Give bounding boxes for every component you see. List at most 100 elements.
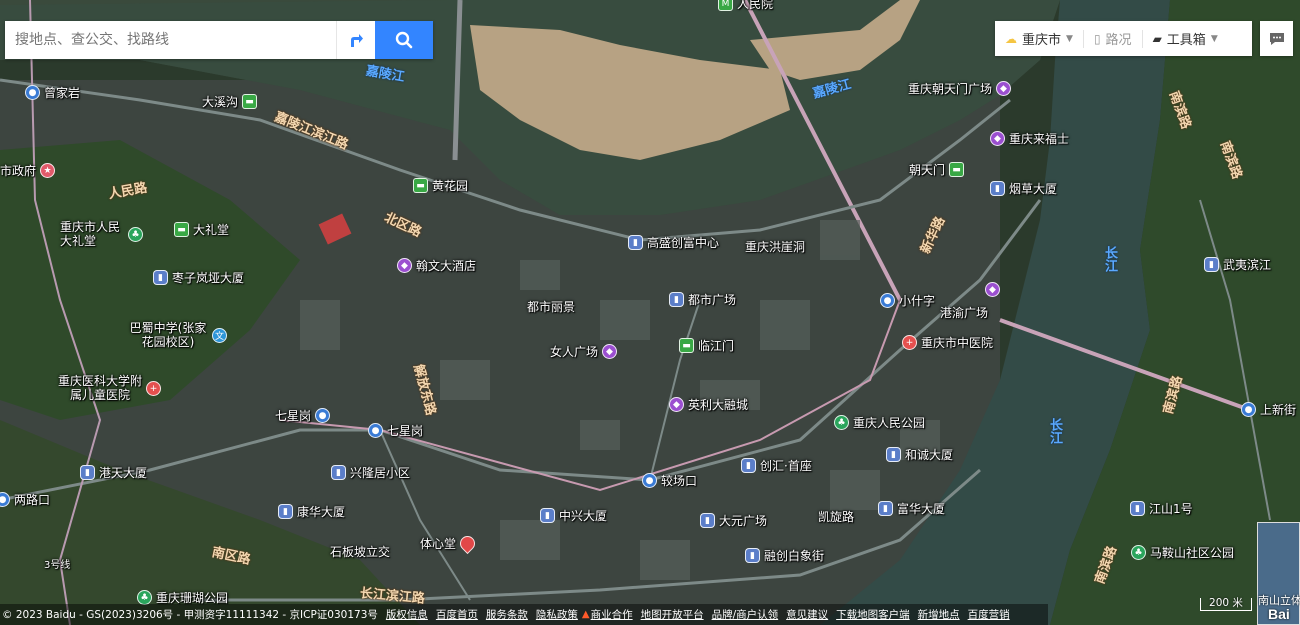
poi-marker[interactable]: ● 七星岗: [368, 422, 423, 439]
building-icon: ▮: [878, 501, 893, 516]
footer-link[interactable]: 品牌/商户认领: [712, 607, 779, 622]
poi-label: 人民院: [737, 0, 774, 11]
building-icon: ▮: [669, 292, 684, 307]
poi-marker[interactable]: 凯旋路: [818, 508, 854, 525]
satellite-map[interactable]: [0, 0, 1300, 625]
poi-label: 大溪沟: [202, 95, 239, 109]
poi-marker[interactable]: ● 上新街: [1241, 401, 1296, 418]
poi-marker[interactable]: M 人民院: [718, 0, 773, 12]
poi-marker[interactable]: 女人广场 ◆: [550, 343, 618, 360]
poi-marker[interactable]: + 重庆市中医院: [902, 334, 993, 351]
poi-marker[interactable]: ▮ 高盛创富中心: [628, 234, 719, 251]
poi-marker[interactable]: ● 较场口: [642, 472, 697, 489]
poi-label: 重庆市中医院: [921, 336, 994, 350]
park-icon: ♣: [128, 227, 143, 242]
poi-label: 港天大厦: [99, 466, 148, 480]
poi-marker[interactable]: ◆ 翰文大酒店: [397, 257, 476, 274]
building-icon: ▮: [700, 513, 715, 528]
traffic-button[interactable]: ▯ 路况: [1084, 21, 1142, 56]
poi-marker[interactable]: 3号线: [44, 556, 70, 571]
footer-link[interactable]: 商业合作: [591, 607, 633, 622]
toolbox-button[interactable]: ▰ 工具箱 ▼: [1143, 21, 1228, 56]
footer-link[interactable]: 意见建议: [786, 607, 828, 622]
message-button[interactable]: [1260, 21, 1293, 56]
building-icon: ▮: [990, 181, 1005, 196]
poi-marker[interactable]: ▮ 中兴大厦: [540, 507, 607, 524]
poi-marker[interactable]: ♣ 重庆人民公园: [834, 414, 925, 431]
poi-label: 大元广场: [719, 514, 768, 528]
poi-marker[interactable]: ▮ 都市广场: [669, 291, 736, 308]
poi-marker[interactable]: ◆ 重庆来福士: [990, 130, 1069, 147]
poi-label: 重庆市人民大礼堂: [60, 220, 121, 248]
search-button[interactable]: [375, 21, 433, 59]
poi-marker[interactable]: ▮ 和诚大厦: [886, 446, 953, 463]
rail-station-icon: ▬: [413, 178, 428, 193]
poi-marker[interactable]: ● 曾家岩: [25, 84, 80, 101]
metro-icon: ●: [642, 473, 657, 488]
poi-marker[interactable]: 重庆洪崖洞: [745, 238, 805, 255]
poi-marker[interactable]: ▮ 江山1号: [1130, 500, 1193, 517]
metro-icon: ●: [315, 408, 331, 423]
poi-marker[interactable]: 都市丽景: [527, 298, 575, 315]
poi-marker[interactable]: ▬ 临江门: [679, 337, 734, 354]
poi-marker[interactable]: ▮ 港天大厦: [80, 464, 147, 481]
weather-icon: ☁: [1005, 31, 1017, 46]
poi-marker[interactable]: 石板坡立交: [330, 543, 390, 560]
footer-link[interactable]: 百度营销: [968, 607, 1010, 622]
poi-label: 黄花园: [432, 179, 469, 193]
hotel-icon: ◆: [397, 258, 412, 273]
poi-marker[interactable]: 重庆医科大学附属儿童医院 +: [58, 374, 161, 402]
government-icon: ★: [40, 163, 56, 178]
poi-marker[interactable]: ◆ 英利大融城: [669, 396, 748, 413]
poi-label: 巴蜀中学(张家花园校区): [129, 321, 207, 349]
footer-link[interactable]: 地图开放平台: [641, 607, 704, 622]
poi-label: 武夷滨江: [1223, 258, 1272, 272]
footer-link[interactable]: 版权信息: [386, 607, 428, 622]
poi-marker[interactable]: ▮ 创汇·首座: [741, 457, 812, 474]
footer-link[interactable]: 隐私政策: [536, 607, 578, 622]
footer-link[interactable]: 下载地图客户端: [836, 607, 910, 622]
search-icon: [395, 31, 413, 49]
building-icon: ▮: [1130, 501, 1145, 516]
poi-marker[interactable]: 朝天门 ▬: [909, 161, 965, 178]
poi-marker[interactable]: ▮ 兴隆居小区: [331, 464, 410, 481]
poi-label: 康华大厦: [297, 505, 346, 519]
poi-label: 重庆人民公园: [853, 416, 926, 430]
poi-marker[interactable]: ▬ 大礼堂: [174, 221, 229, 238]
poi-label: 和诚大厦: [905, 448, 954, 462]
poi-label: 都市广场: [688, 293, 737, 307]
route-button[interactable]: [336, 21, 375, 59]
poi-marker[interactable]: ♣ 马鞍山社区公园: [1131, 544, 1234, 561]
search-input[interactable]: [5, 21, 336, 59]
poi-marker[interactable]: ▬ 黄花园: [413, 177, 468, 194]
poi-label: 较场口: [661, 474, 698, 488]
poi-label: 3号线: [44, 560, 71, 571]
shopping-mall-icon: ◆: [985, 282, 1000, 297]
poi-marker[interactable]: 巴蜀中学(张家花园校区) 文: [128, 321, 227, 349]
poi-marker[interactable]: ▮ 康华大厦: [278, 503, 345, 520]
poi-marker[interactable]: ● 小什字: [880, 292, 935, 309]
poi-label: 七星岗: [275, 409, 312, 423]
poi-marker[interactable]: 市政府 ★: [0, 162, 56, 179]
footer-link[interactable]: 新增地点: [918, 607, 960, 622]
route-arrow-icon: [351, 34, 363, 47]
poi-marker[interactable]: ▮ 富华大厦: [878, 500, 945, 517]
poi-marker[interactable]: ▮ 烟草大厦: [990, 180, 1057, 197]
city-selector[interactable]: ☁ 重庆市 ▼: [995, 21, 1083, 56]
poi-marker[interactable]: ▮ 枣子岚垭大厦: [153, 269, 244, 286]
poi-marker[interactable]: 七星岗 ●: [275, 407, 331, 424]
poi-marker[interactable]: 体心堂: [420, 532, 479, 555]
poi-marker[interactable]: ▮ 武夷滨江: [1204, 256, 1271, 273]
poi-marker[interactable]: ▮ 融创白象街: [745, 547, 824, 564]
poi-marker[interactable]: 重庆市人民大礼堂 ♣: [60, 220, 143, 248]
park-icon: ♣: [137, 590, 152, 605]
poi-marker[interactable]: 大溪沟 ▬: [202, 93, 258, 110]
poi-marker[interactable]: 重庆朝天门广场 ◆: [908, 80, 1012, 97]
poi-marker[interactable]: ◆ 港渝广场: [940, 282, 1000, 321]
poi-marker[interactable]: ▮ 大元广场: [700, 512, 767, 529]
poi-label: 两路口: [14, 493, 51, 507]
building-icon: ▮: [153, 270, 168, 285]
poi-marker[interactable]: ● 两路口: [0, 491, 50, 508]
footer-link[interactable]: 服务条款: [486, 607, 528, 622]
footer-link[interactable]: 百度首页: [436, 607, 478, 622]
